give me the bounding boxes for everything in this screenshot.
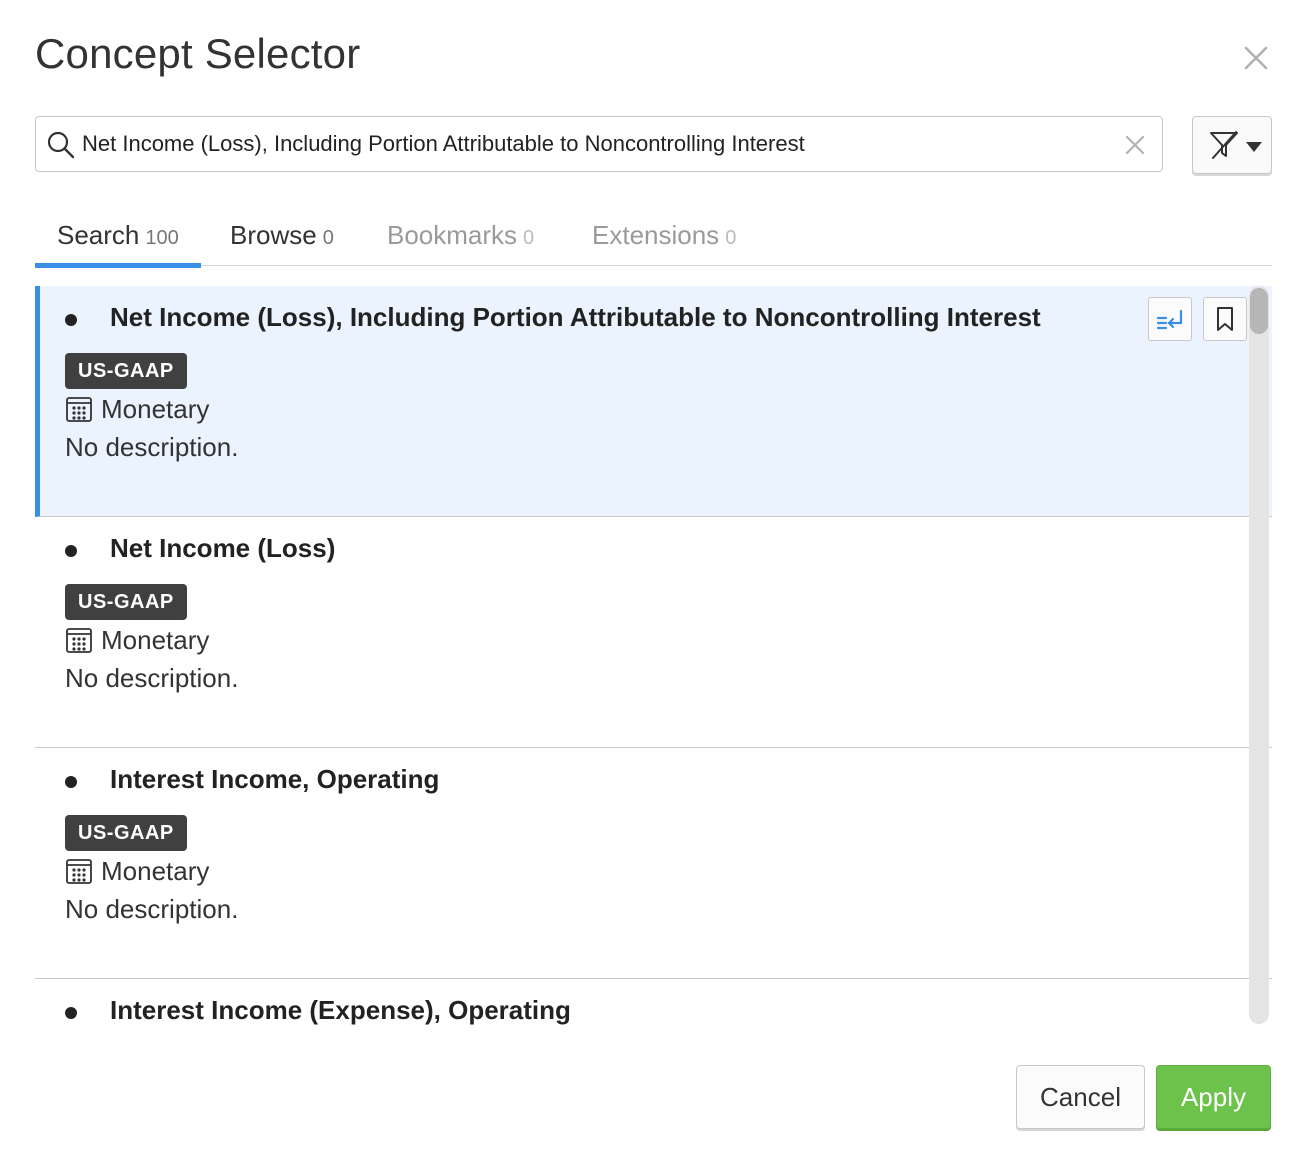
results-list: Net Income (Loss), Including Portion Att…: [35, 286, 1272, 1026]
result-item[interactable]: Net Income (Loss) US-GAAP Monetary No de…: [35, 517, 1272, 748]
dialog-title: Concept Selector: [35, 30, 361, 77]
search-input[interactable]: [82, 125, 1102, 163]
tab-search-label: Search: [57, 220, 140, 250]
bookmark-icon: [1217, 307, 1233, 331]
tab-browse[interactable]: Browse 0: [230, 220, 334, 266]
bullet: [65, 545, 77, 557]
bullet: [65, 314, 77, 326]
result-item[interactable]: Interest Income (Expense), Operating: [35, 979, 1272, 1026]
search-box: [35, 116, 1163, 172]
type-row: Monetary: [65, 394, 209, 426]
scrollbar-thumb[interactable]: [1250, 288, 1268, 334]
concept-type: Monetary: [101, 394, 210, 424]
result-item-selected[interactable]: Net Income (Loss), Including Portion Att…: [35, 286, 1272, 517]
taxonomy-badge: US-GAAP: [65, 584, 187, 620]
calendar-icon: [66, 397, 92, 422]
tab-browse-label: Browse: [230, 220, 317, 250]
close-icon[interactable]: [1238, 40, 1274, 76]
clear-icon[interactable]: [1122, 132, 1148, 158]
concept-name: Interest Income (Expense), Operating: [110, 995, 571, 1025]
bookmark-button[interactable]: [1203, 297, 1247, 341]
concept-name: Net Income (Loss), Including Portion Att…: [110, 302, 1041, 332]
concept-type: Monetary: [101, 625, 210, 655]
insert-button[interactable]: [1148, 297, 1192, 341]
tab-extensions-label: Extensions: [592, 220, 720, 250]
bullet: [65, 1007, 77, 1019]
bullet: [65, 776, 77, 788]
tab-bookmarks-label: Bookmarks: [387, 220, 518, 250]
tab-search-count: 100: [145, 227, 179, 249]
concept-type: Monetary: [101, 856, 210, 886]
tab-bookmarks[interactable]: Bookmarks 0: [387, 220, 534, 266]
result-item[interactable]: Interest Income, Operating US-GAAP Monet…: [35, 748, 1272, 979]
type-row: Monetary: [65, 625, 209, 657]
tab-bar: Search 100 Browse 0 Bookmarks 0 Extensions 0: [35, 220, 1272, 268]
filter-dropdown-button[interactable]: [1192, 116, 1272, 174]
concept-name: Net Income (Loss): [110, 533, 336, 563]
concept-description: No description.: [65, 894, 239, 924]
taxonomy-badge: US-GAAP: [65, 815, 187, 851]
concept-name: Interest Income, Operating: [110, 764, 440, 794]
calendar-icon: [66, 628, 92, 653]
scrollbar-track[interactable]: [1249, 286, 1269, 1024]
concept-description: No description.: [65, 432, 239, 462]
apply-button[interactable]: Apply: [1156, 1065, 1271, 1129]
calendar-icon: [66, 859, 92, 884]
tab-bookmarks-count: 0: [523, 227, 535, 249]
tab-extensions-count: 0: [725, 227, 737, 249]
concept-description: No description.: [65, 663, 239, 693]
concept-selector-dialog: Concept Selector Search100 Browse0: [0, 0, 1300, 1163]
chevron-down-icon: [1246, 142, 1262, 152]
type-row: Monetary: [65, 856, 209, 888]
taxonomy-badge: US-GAAP: [65, 353, 187, 389]
cancel-button[interactable]: Cancel: [1016, 1065, 1145, 1129]
tab-search[interactable]: Search 100: [35, 220, 201, 268]
insert-icon: [1156, 309, 1183, 330]
search-icon: [47, 131, 75, 159]
tab-browse-count: 0: [322, 227, 334, 249]
tab-extensions[interactable]: Extensions 0: [592, 220, 736, 266]
filter-off-icon: [1210, 131, 1238, 159]
